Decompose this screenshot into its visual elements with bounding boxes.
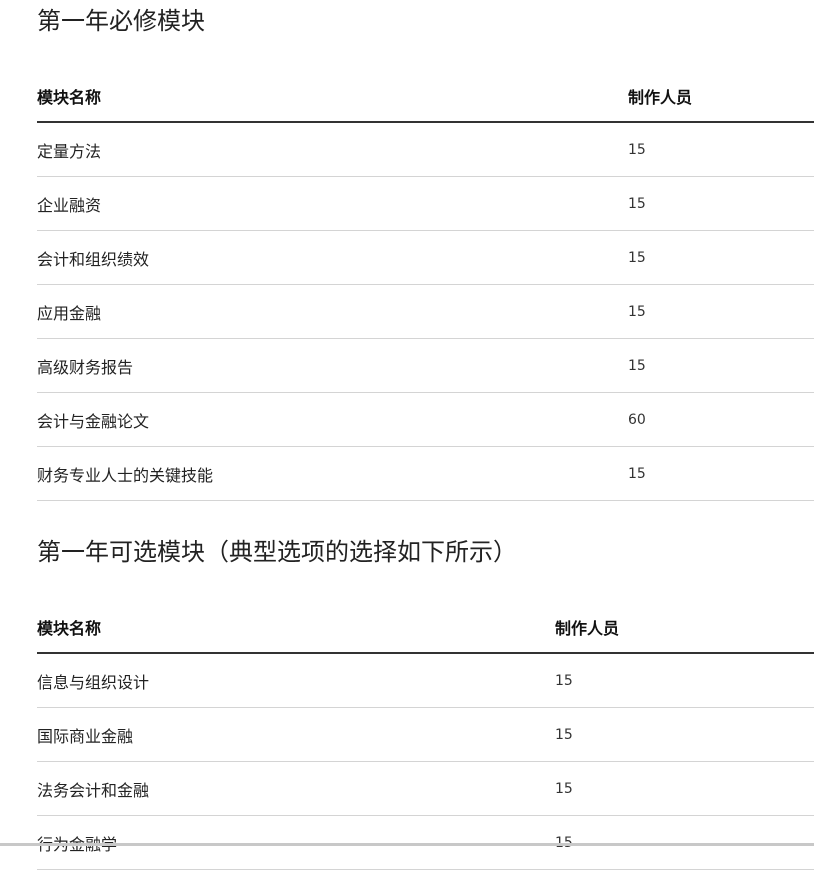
optional-modules-section: 第一年可选模块（典型选项的选择如下所示） 模块名称 制作人员 信息与组织设计 1… [37, 537, 814, 870]
column-header-staff: 制作人员 [628, 71, 814, 123]
module-staff: 15 [628, 230, 814, 285]
module-staff: 15 [555, 707, 814, 762]
module-name: 国际商业金融 [37, 707, 555, 762]
table-row: 法务会计和金融 15 [37, 761, 814, 816]
table-row: 信息与组织设计 15 [37, 653, 814, 708]
module-staff: 15 [628, 338, 814, 393]
module-staff: 15 [628, 176, 814, 231]
table-row: 定量方法 15 [37, 122, 814, 177]
table-row: 应用金融 15 [37, 284, 814, 339]
table-row: 财务专业人士的关键技能 15 [37, 446, 814, 501]
table-header-row: 模块名称 制作人员 [37, 71, 814, 123]
table-header-row: 模块名称 制作人员 [37, 602, 814, 654]
module-staff: 15 [628, 284, 814, 339]
section-title: 第一年可选模块（典型选项的选择如下所示） [37, 538, 517, 566]
module-name: 会计和组织绩效 [37, 230, 628, 285]
module-name: 定量方法 [37, 122, 628, 177]
section-title: 第一年必修模块 [37, 7, 205, 35]
required-modules-section: 第一年必修模块 模块名称 制作人员 定量方法 15 企业融资 15 会计和组织绩… [37, 6, 814, 501]
table-row: 会计和组织绩效 15 [37, 230, 814, 285]
column-header-module-name: 模块名称 [37, 602, 555, 654]
module-staff: 15 [555, 761, 814, 816]
column-header-staff: 制作人员 [555, 602, 814, 654]
module-name: 法务会计和金融 [37, 761, 555, 816]
table-row: 国际商业金融 15 [37, 707, 814, 762]
module-name: 会计与金融论文 [37, 392, 628, 447]
table-row: 企业融资 15 [37, 176, 814, 231]
module-staff: 15 [628, 122, 814, 177]
module-name: 应用金融 [37, 284, 628, 339]
column-header-module-name: 模块名称 [37, 71, 628, 123]
table-row: 会计与金融论文 60 [37, 392, 814, 447]
table-row: 高级财务报告 15 [37, 338, 814, 393]
module-staff: 15 [555, 653, 814, 708]
module-name: 企业融资 [37, 176, 628, 231]
module-name: 高级财务报告 [37, 338, 628, 393]
modules-table: 模块名称 制作人员 信息与组织设计 15 国际商业金融 15 法务会计和金融 1… [37, 602, 814, 870]
module-name: 信息与组织设计 [37, 653, 555, 708]
module-staff: 60 [628, 392, 814, 447]
module-staff: 15 [628, 446, 814, 501]
modules-table: 模块名称 制作人员 定量方法 15 企业融资 15 会计和组织绩效 15 应用金… [37, 71, 814, 501]
module-name: 财务专业人士的关键技能 [37, 446, 628, 501]
